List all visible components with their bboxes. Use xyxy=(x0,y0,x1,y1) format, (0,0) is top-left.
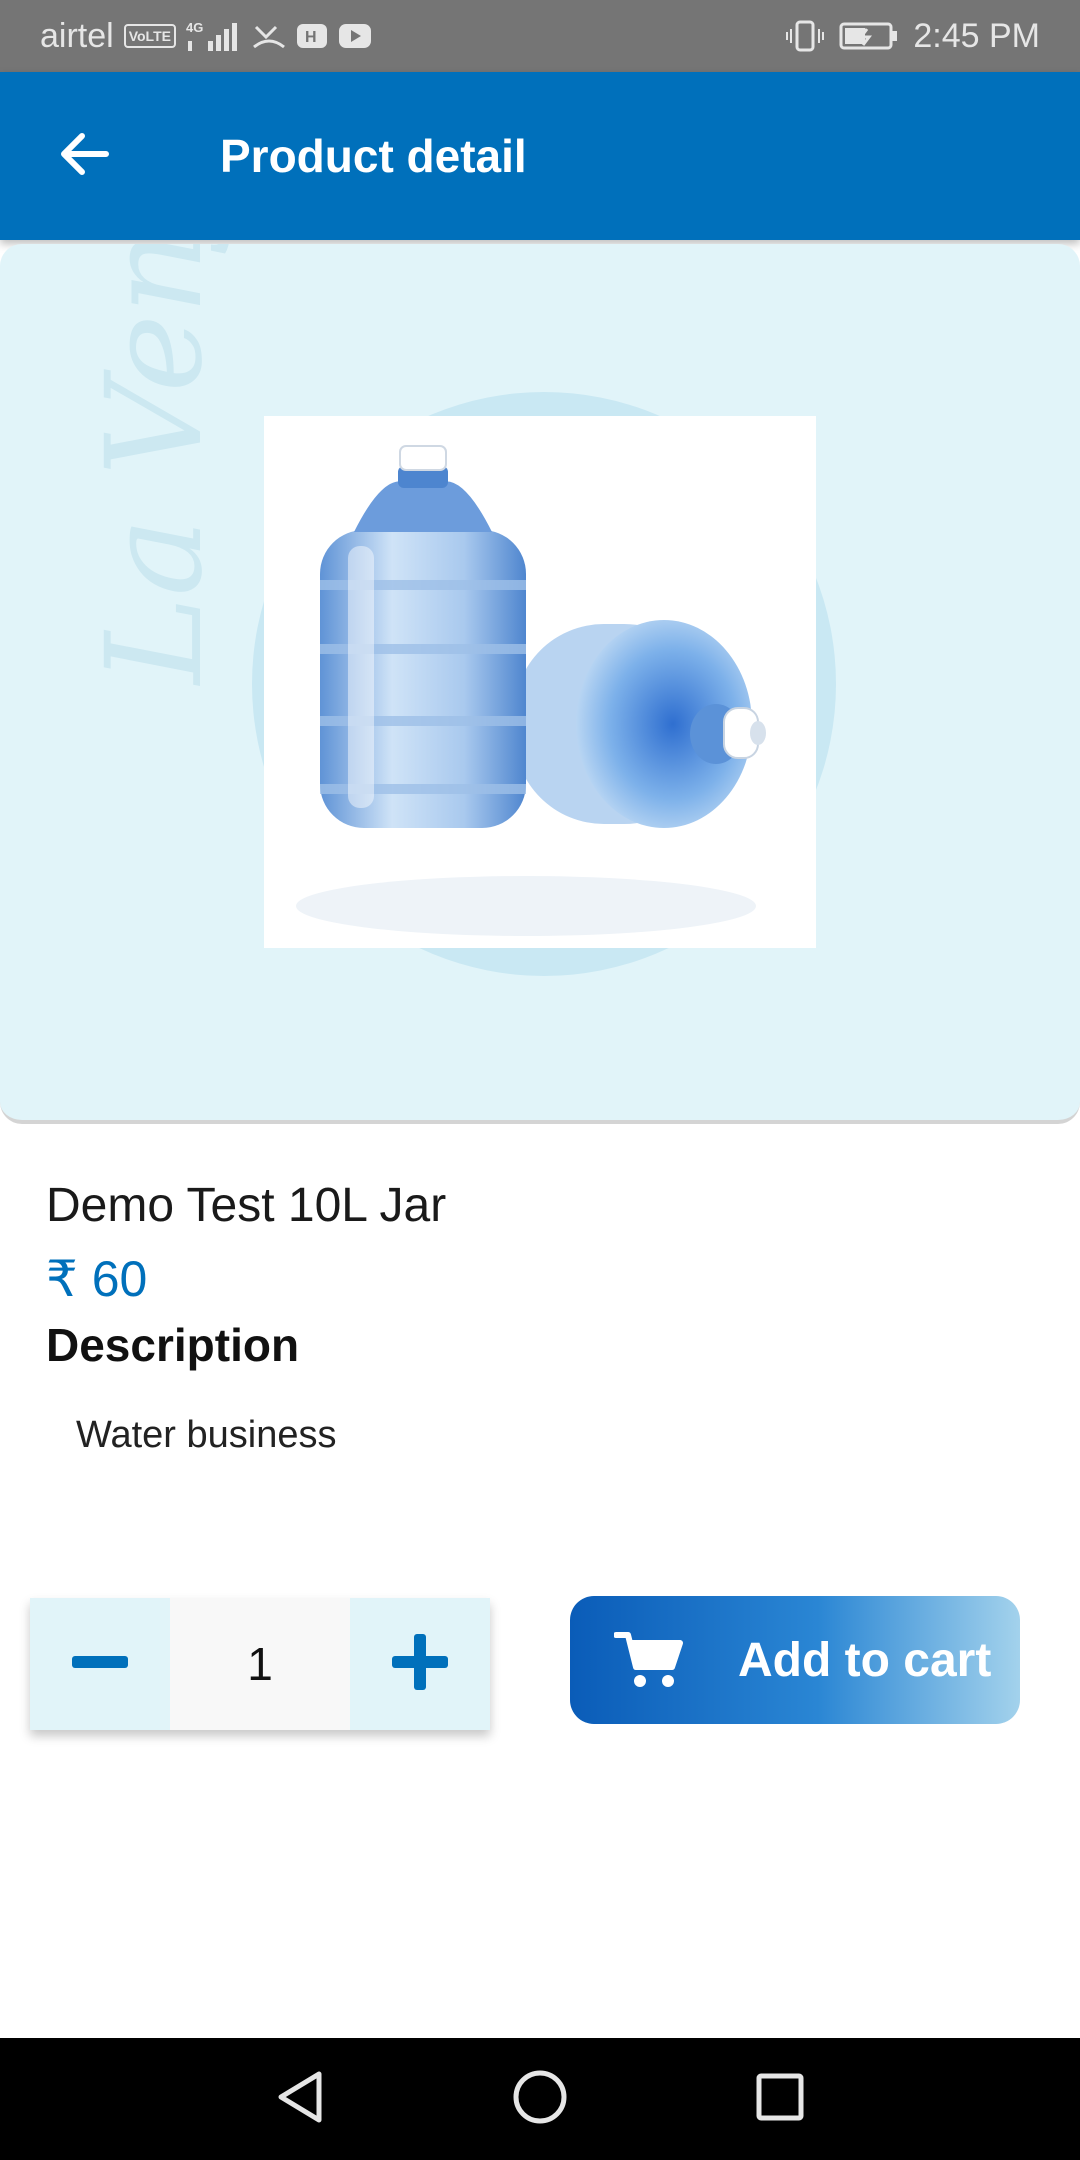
clock: 2:45 PM xyxy=(913,16,1040,55)
nav-recents-icon xyxy=(755,2072,805,2127)
svg-text:4G: 4G xyxy=(186,20,203,35)
product-price: ₹ 60 xyxy=(46,1251,148,1307)
decrease-quantity-button[interactable] xyxy=(30,1598,170,1730)
missed-call-icon xyxy=(252,21,286,51)
svg-text:H: H xyxy=(305,29,317,46)
nav-home-button[interactable] xyxy=(500,2059,580,2139)
system-nav-bar xyxy=(0,2038,1080,2160)
status-bar: airtel VoLTE 4G H 2:45 PM xyxy=(0,0,1080,72)
product-hero: La Venjal xyxy=(0,244,1080,1124)
volte-badge: VoLTE xyxy=(123,24,176,48)
signal-icon: 4G xyxy=(186,19,242,53)
vibrate-icon xyxy=(785,19,825,53)
carrier-label: airtel xyxy=(40,16,114,55)
description-heading: Description xyxy=(46,1319,300,1371)
nav-recents-button[interactable] xyxy=(740,2059,820,2139)
description-text: Water business xyxy=(76,1414,337,1456)
brand-watermark: La Venjal xyxy=(78,244,232,684)
page-title: Product detail xyxy=(220,130,527,182)
add-to-cart-button[interactable]: Add to cart xyxy=(570,1596,1020,1724)
nav-back-icon xyxy=(275,2070,325,2129)
app-notification-icon: H xyxy=(296,23,328,49)
quantity-value[interactable]: 1 xyxy=(170,1598,350,1730)
add-to-cart-label: Add to cart xyxy=(738,1633,992,1687)
back-button[interactable] xyxy=(36,108,132,204)
cart-icon xyxy=(614,1629,684,1691)
youtube-icon xyxy=(338,23,372,49)
app-bar: Product detail xyxy=(0,72,1080,240)
nav-home-icon xyxy=(512,2069,568,2130)
increase-quantity-button[interactable] xyxy=(350,1598,490,1730)
product-image xyxy=(264,416,816,948)
battery-icon xyxy=(839,21,899,51)
minus-icon xyxy=(72,1655,128,1673)
quantity-stepper: 1 xyxy=(30,1598,490,1730)
arrow-left-icon xyxy=(56,130,112,183)
product-name: Demo Test 10L Jar xyxy=(46,1179,447,1232)
nav-back-button[interactable] xyxy=(260,2059,340,2139)
plus-icon xyxy=(392,1633,448,1695)
